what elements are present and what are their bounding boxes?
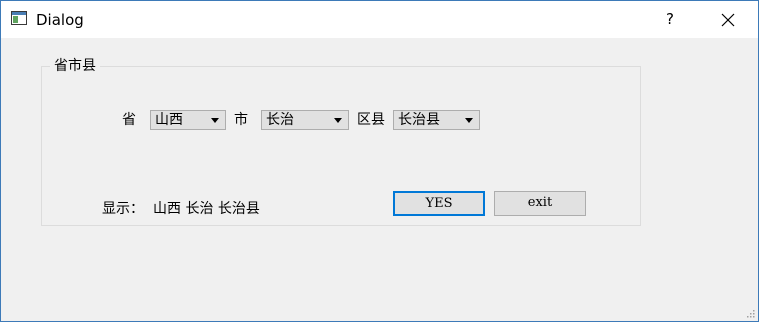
exit-button[interactable]: exit <box>494 191 586 216</box>
dialog-window: Dialog ? 省市县 省 山西 市 长治 区县 长治县 显示： 山西 长治 … <box>0 0 759 322</box>
resize-grip-icon[interactable] <box>745 308 755 318</box>
city-label: 市 <box>234 112 248 128</box>
display-text: 山西 长治 长治县 <box>153 201 260 217</box>
county-value: 长治县 <box>398 112 440 128</box>
close-button[interactable] <box>705 1 751 38</box>
chevron-down-icon <box>334 118 342 123</box>
groupbox-title: 省市县 <box>50 57 100 75</box>
title-bar[interactable]: Dialog ? <box>1 1 758 38</box>
window-title: Dialog <box>36 11 84 29</box>
county-label: 区县 <box>357 112 385 128</box>
province-label: 省 <box>122 112 136 128</box>
close-icon <box>721 13 735 27</box>
province-value: 山西 <box>155 112 183 128</box>
app-window-icon <box>11 11 27 25</box>
chevron-down-icon <box>465 118 473 123</box>
province-combobox[interactable]: 山西 <box>150 110 226 130</box>
chevron-down-icon <box>211 118 219 123</box>
yes-button[interactable]: YES <box>393 191 485 216</box>
county-combobox[interactable]: 长治县 <box>393 110 480 130</box>
city-value: 长治 <box>266 112 294 128</box>
help-button[interactable]: ? <box>647 1 693 38</box>
city-combobox[interactable]: 长治 <box>261 110 349 130</box>
display-label: 显示： <box>102 201 144 217</box>
